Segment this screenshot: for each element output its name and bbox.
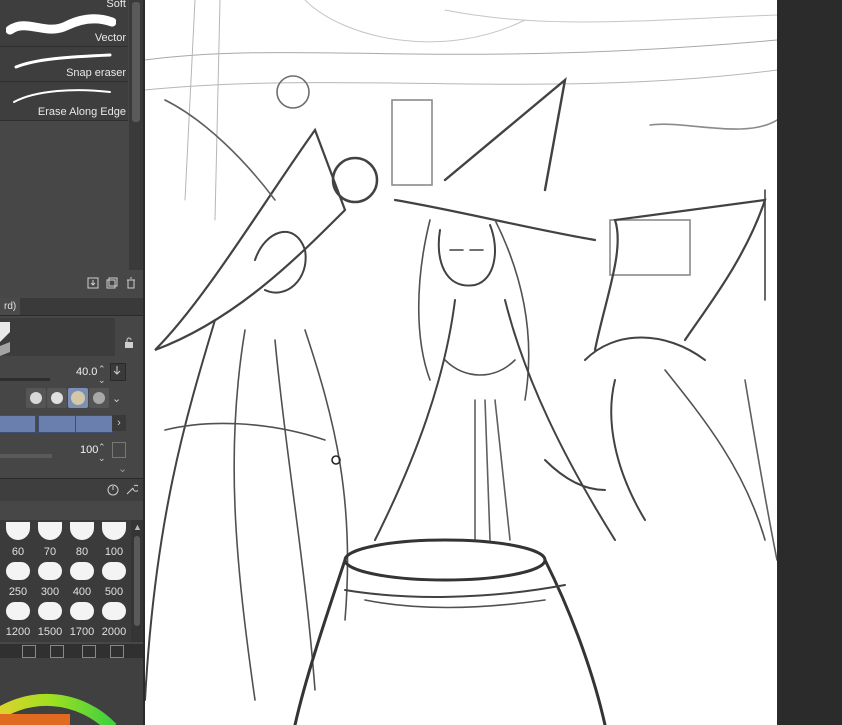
size-preset[interactable]: 70 (34, 520, 66, 560)
brush-size-slider[interactable] (0, 378, 50, 381)
size-preset[interactable]: 1500 (34, 600, 66, 640)
brush-label: Soft (106, 0, 126, 10)
grid-icon[interactable] (110, 645, 124, 658)
tool-property-tabbar: rd) (0, 298, 143, 316)
direction-cell-2[interactable] (38, 415, 76, 433)
opacity-value[interactable]: 100 (80, 444, 98, 456)
duplicate-icon[interactable] (105, 277, 119, 291)
opacity-row: 100 ⌃ ⌄ (0, 440, 143, 464)
size-preset[interactable]: 2000 (98, 600, 130, 640)
tip-texture-icon[interactable] (26, 388, 46, 408)
tab-tool-property[interactable]: rd) (0, 298, 21, 315)
brush-size-row: 40.0 ⌃ ⌄ (0, 360, 143, 386)
tip-soft-circle-icon[interactable] (68, 388, 88, 408)
chevron-right-icon[interactable]: › (112, 415, 126, 431)
brush-item-vector[interactable]: Vector (0, 12, 128, 47)
size-preset[interactable]: 1200 (2, 600, 34, 640)
property-footer (0, 478, 143, 501)
tip-circle-icon[interactable] (47, 388, 67, 408)
brush-preview (0, 318, 115, 356)
lock-icon[interactable] (122, 337, 136, 351)
chevron-down-icon[interactable]: ⌄ (118, 462, 127, 475)
size-preset[interactable]: 100 (98, 520, 130, 560)
brush-stroke-preview (13, 89, 111, 103)
direction-cell-3[interactable] (75, 415, 113, 433)
layers-icon[interactable] (50, 645, 64, 658)
size-preset[interactable]: 60 (2, 520, 34, 560)
brush-size-spinner[interactable]: ⌃ ⌄ (98, 364, 106, 386)
panel-scroll-indicator: ⌄ (0, 462, 143, 476)
direction-cell-1[interactable] (0, 415, 36, 433)
sketch-artwork (145, 0, 777, 725)
brush-label: Erase Along Edge (37, 106, 126, 118)
wrench-icon[interactable] (124, 483, 140, 500)
size-preset[interactable]: 300 (34, 560, 66, 600)
size-presets-scrollbar[interactable]: ▲ (131, 520, 143, 642)
brush-size-presets: 60 70 80 100 250 300 400 500 1200 1500 1… (0, 520, 131, 642)
brush-list-scrollbar[interactable] (129, 0, 143, 270)
brush-tip-row: ⌄ (0, 386, 143, 410)
brush-item-snap-eraser[interactable]: Snap eraser (0, 47, 128, 82)
export-icon[interactable] (86, 277, 100, 291)
size-preset[interactable]: 500 (98, 560, 130, 600)
settings-dial-icon[interactable] (106, 483, 120, 500)
brush-list-empty-area (0, 122, 129, 272)
trash-icon[interactable] (124, 277, 138, 291)
brush-toolbar (0, 272, 143, 296)
camera-icon[interactable] (22, 645, 36, 658)
palette-icon[interactable] (82, 645, 96, 658)
size-preset[interactable]: 80 (66, 520, 98, 560)
brush-item-erase-along-edge[interactable]: Erase Along Edge (0, 82, 128, 121)
brush-label: Snap eraser (66, 67, 126, 79)
opacity-spinner[interactable]: ⌃ ⌄ (98, 442, 106, 464)
chevron-down-icon[interactable]: ⌄ (112, 392, 121, 405)
pressure-settings-icon[interactable] (110, 363, 126, 381)
brush-label: Vector (94, 32, 126, 44)
color-wheel-panel (0, 658, 143, 725)
bottom-toolbar (0, 644, 143, 658)
drawing-canvas[interactable] (145, 0, 777, 725)
brush-size-value[interactable]: 40.0 (76, 366, 97, 378)
opacity-settings-icon[interactable] (112, 442, 126, 458)
right-gutter (777, 0, 842, 725)
color-wheel[interactable] (0, 658, 143, 725)
opacity-slider[interactable] (0, 454, 52, 458)
size-preset[interactable]: 250 (2, 560, 34, 600)
size-preset[interactable]: 1700 (66, 600, 98, 640)
size-preset[interactable]: 400 (66, 560, 98, 600)
left-panel: Soft Vector Snap eraser Erase Along Edge (0, 0, 143, 725)
tip-hard-circle-icon[interactable] (89, 388, 109, 408)
